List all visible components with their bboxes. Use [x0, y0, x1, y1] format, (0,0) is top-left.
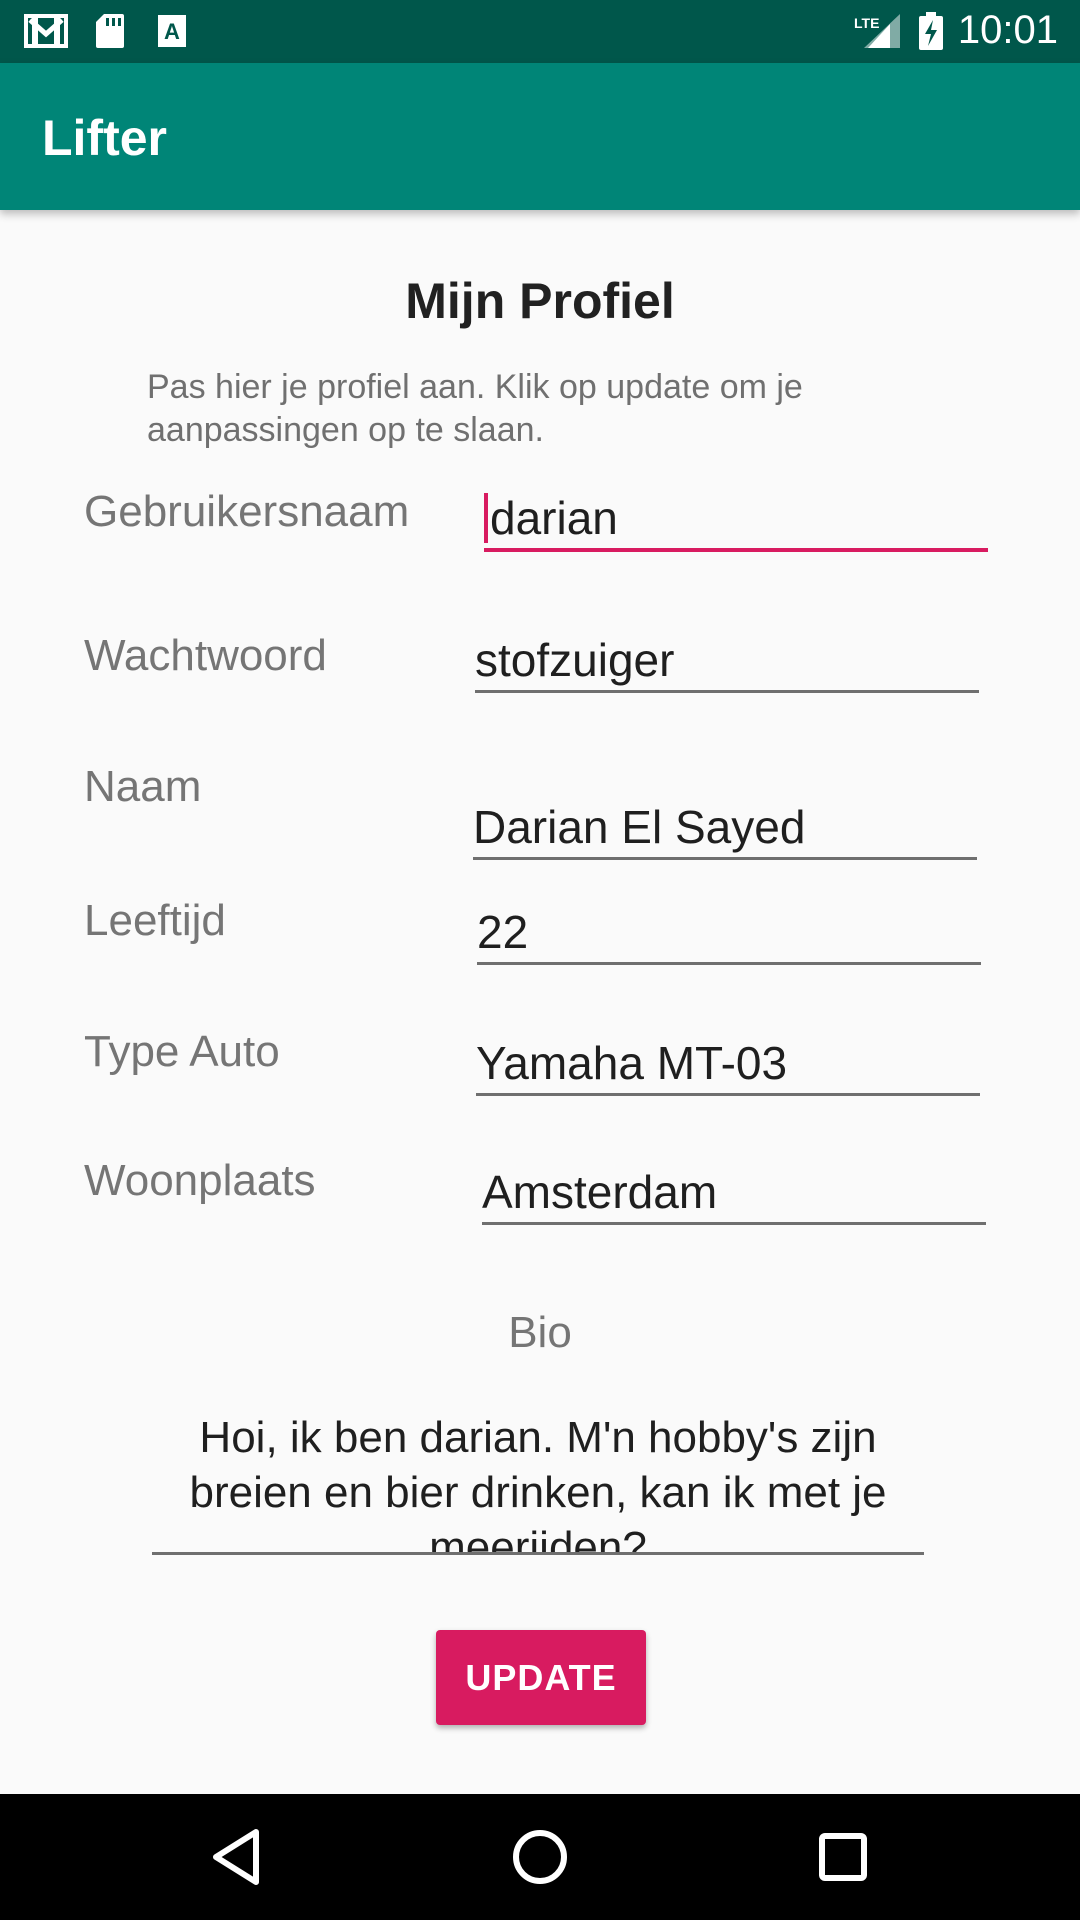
- username-value: darian: [490, 492, 618, 544]
- status-bar: A LTE 10:01: [0, 0, 1080, 63]
- name-field[interactable]: Darian El Sayed: [473, 797, 977, 860]
- gmail-icon: [24, 14, 68, 48]
- car-type-field[interactable]: Yamaha MT-03: [476, 1033, 980, 1096]
- navigation-bar: [0, 1794, 1080, 1920]
- password-field[interactable]: stofzuiger: [475, 630, 979, 693]
- status-time: 10:01: [957, 8, 1058, 52]
- app-title: Lifter: [42, 110, 167, 166]
- sd-card-icon: [96, 14, 124, 48]
- lte-signal-icon: LTE: [854, 14, 900, 48]
- bio-label: Bio: [508, 1308, 572, 1357]
- battery-charging-icon: [919, 12, 943, 50]
- city-field[interactable]: Amsterdam: [482, 1162, 986, 1225]
- age-label: Leeftijd: [84, 896, 226, 945]
- page-description: Pas hier je profiel aan. Klik op update …: [147, 368, 803, 449]
- app-bar: Lifter: [0, 63, 1080, 210]
- password-label: Wachtwoord: [84, 631, 327, 680]
- home-icon[interactable]: [505, 1822, 575, 1892]
- text-cursor: [484, 492, 488, 543]
- age-field[interactable]: 22: [477, 902, 981, 965]
- car-type-label: Type Auto: [84, 1027, 280, 1076]
- a-icon: A: [158, 15, 186, 47]
- svg-text:A: A: [164, 19, 180, 44]
- username-field[interactable]: darian: [484, 488, 988, 552]
- city-label: Woonplaats: [84, 1156, 316, 1205]
- recents-icon[interactable]: [808, 1822, 878, 1892]
- page-title: Mijn Profiel: [405, 273, 675, 329]
- bio-field[interactable]: Hoi, ik ben darian. M'n hobby's zijn bre…: [152, 1410, 924, 1555]
- back-icon[interactable]: [200, 1822, 270, 1892]
- username-label: Gebruikersnaam: [84, 487, 410, 536]
- update-button[interactable]: UPDATE: [436, 1630, 646, 1725]
- svg-text:LTE: LTE: [854, 15, 879, 31]
- name-label: Naam: [84, 762, 202, 811]
